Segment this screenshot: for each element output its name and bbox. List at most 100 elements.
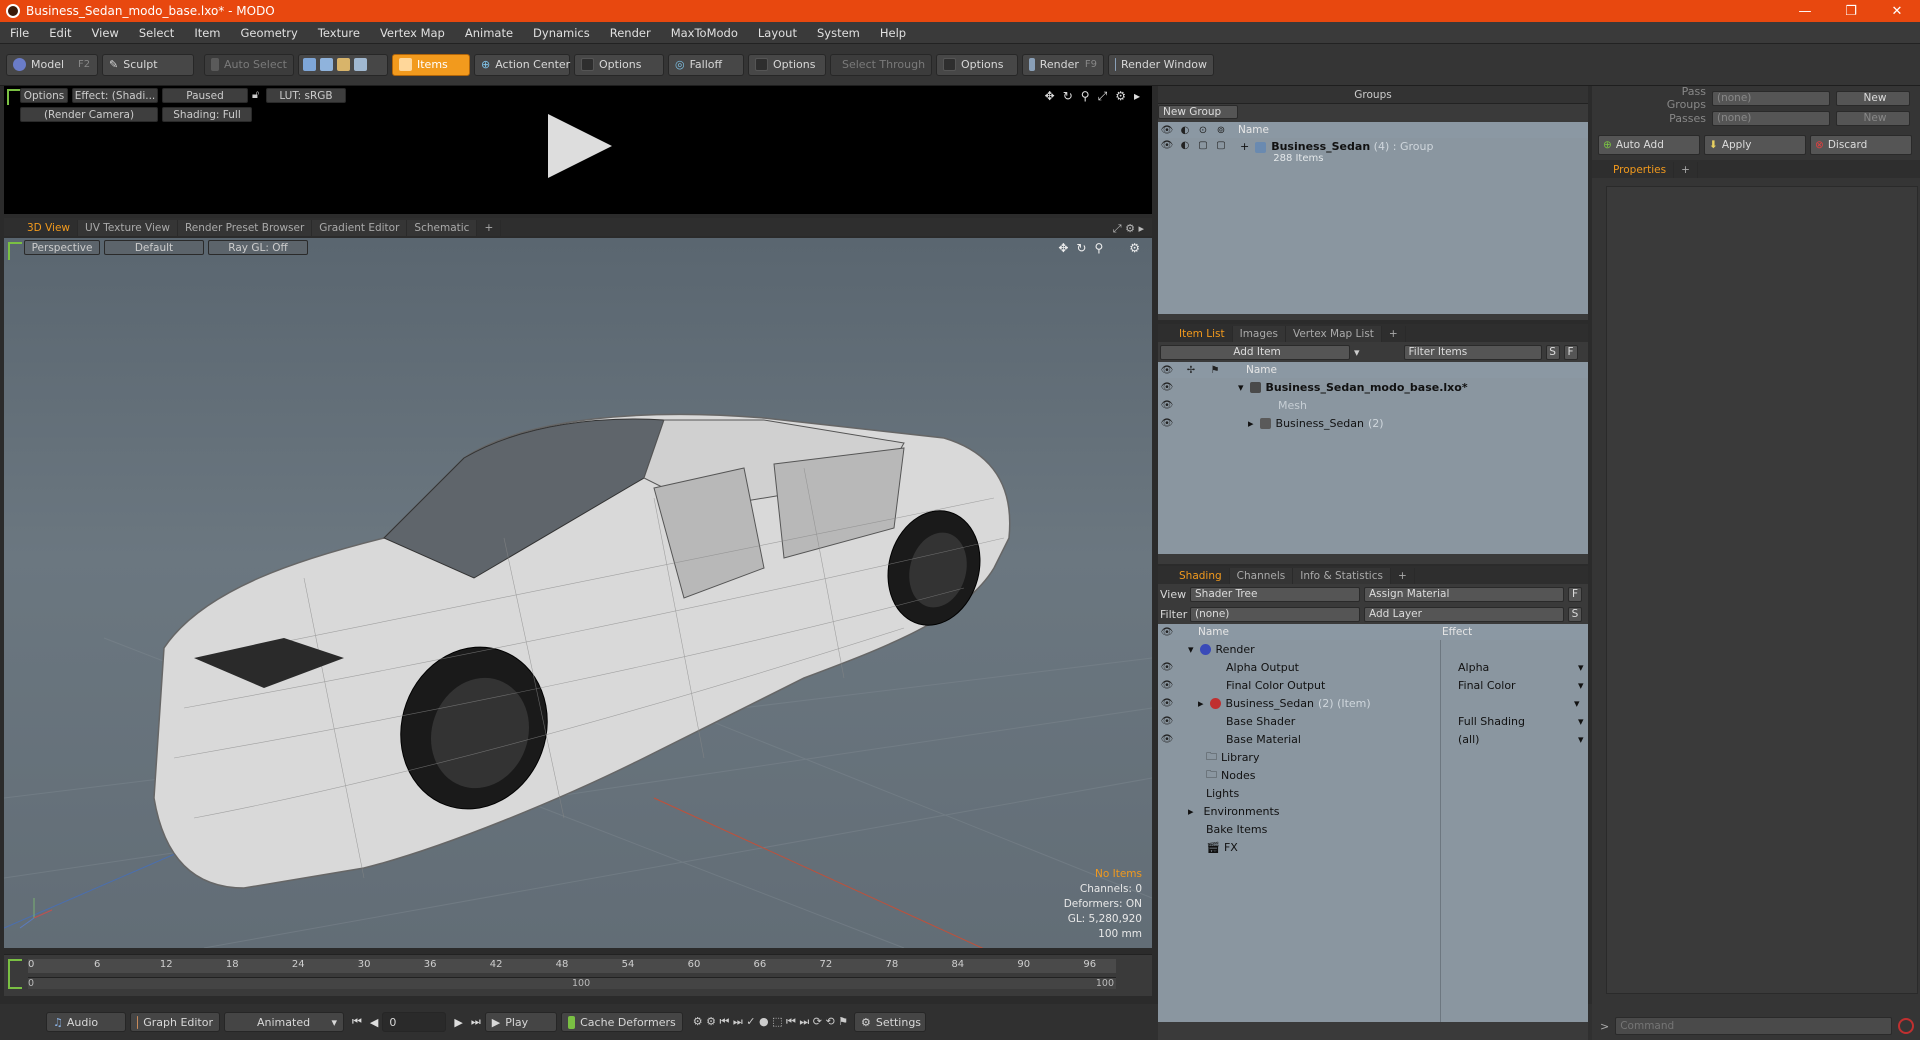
select-through-button[interactable]: Select Through <box>830 53 932 76</box>
3d-viewport[interactable]: Perspective Default Ray GL: Off ✥ ↻ ⚲ ⚙ <box>4 238 1152 948</box>
model-button[interactable]: Model F2 <box>6 53 98 76</box>
collapse-icon[interactable]: ▾ <box>1188 643 1194 656</box>
pass-groups-dropdown[interactable]: (none) <box>1712 90 1830 106</box>
expand-icon[interactable]: ▸ <box>1188 805 1194 818</box>
audio-button[interactable]: ♫ Audio <box>46 1012 126 1032</box>
menu-view[interactable]: View <box>82 26 129 40</box>
auto-select-button[interactable]: Auto Select <box>204 53 294 76</box>
menu-dynamics[interactable]: Dynamics <box>523 26 600 40</box>
render-button[interactable]: Render F9 <box>1022 53 1104 76</box>
restore-icon[interactable]: ❐ <box>1828 4 1874 19</box>
timeline-range[interactable]: 0 100 100 <box>28 977 1116 989</box>
tab-schematic[interactable]: Schematic <box>407 220 478 236</box>
shader-row[interactable]: 👁︎ Alpha Output Alpha ▾ <box>1158 658 1588 676</box>
menu-maxtomodo[interactable]: MaxToModo <box>661 26 748 40</box>
render-window-button[interactable]: Render Window <box>1108 53 1214 76</box>
timeline-ruler[interactable]: 0 6 12 18 24 30 36 42 48 54 60 66 72 78 84 90 96 <box>28 959 1116 973</box>
render-options-button[interactable]: Options <box>20 88 68 103</box>
menu-geometry[interactable]: Geometry <box>231 26 308 40</box>
shader-row[interactable]: 👁︎ ▸ Business_Sedan (2) (Item) ▾ <box>1158 694 1588 712</box>
eye-icon[interactable]: 👁︎ <box>1158 400 1176 411</box>
auto-add-button[interactable]: ⊕ Auto Add <box>1598 135 1700 155</box>
cache-deformers-button[interactable]: Cache Deformers <box>560 1012 683 1032</box>
add-tab-button[interactable]: + <box>1674 162 1698 178</box>
menu-system[interactable]: System <box>807 26 870 40</box>
shader-row-render[interactable]: ▾ Render <box>1158 640 1588 658</box>
add-tab-button[interactable]: + <box>1391 568 1415 584</box>
chevron-down-icon[interactable]: ▾ <box>1574 697 1580 710</box>
go-to-start-icon[interactable]: ⏮ <box>352 1015 362 1029</box>
checkbox-icon[interactable]: ▢ <box>1194 140 1212 151</box>
move-icon[interactable]: ✥ <box>1045 89 1055 104</box>
lock-icon[interactable]: 🔓︎ <box>252 88 259 102</box>
step-back-icon[interactable]: ◀ <box>370 1016 378 1029</box>
filter-items-input[interactable]: Filter Items <box>1403 344 1542 360</box>
eye-icon[interactable]: 👁︎ <box>1158 680 1176 691</box>
tab-info-statistics[interactable]: Info & Statistics <box>1293 568 1391 584</box>
shader-row[interactable]: 🗀︎ Nodes <box>1158 766 1588 784</box>
checkbox-icon[interactable]: ▢ <box>1212 140 1230 151</box>
shader-effect[interactable]: Alpha <box>1458 661 1578 674</box>
render-toggle-icon[interactable]: ◐ <box>1176 140 1194 151</box>
shader-row[interactable]: 👁︎ Base Material (all) ▾ <box>1158 730 1588 748</box>
chevron-down-icon[interactable]: ▾ <box>1354 346 1360 359</box>
s-button[interactable]: S <box>1568 606 1582 622</box>
expand-icon[interactable]: + <box>1240 140 1249 153</box>
menu-help[interactable]: Help <box>870 26 916 40</box>
tab-uv-texture-view[interactable]: UV Texture View <box>78 220 178 236</box>
shader-row[interactable]: 👁︎ Final Color Output Final Color ▾ <box>1158 676 1588 694</box>
arrow-right-icon[interactable]: ▸ <box>1138 222 1144 235</box>
new-pass-button[interactable]: New <box>1836 110 1910 126</box>
frame-input[interactable]: 0 <box>382 1012 447 1032</box>
collapse-icon[interactable]: ▾ <box>1238 381 1244 394</box>
tab-3d-view[interactable]: 3D View <box>20 220 79 236</box>
eye-icon[interactable]: 👁︎ <box>1158 140 1176 151</box>
falloff-options-button[interactable]: Options <box>748 53 826 76</box>
tab-vertex-map-list[interactable]: Vertex Map List <box>1285 326 1382 342</box>
eye-icon[interactable]: 👁︎ <box>1158 365 1176 376</box>
list-item[interactable]: 👁︎ ▾ Business_Sedan_modo_base.lxo* <box>1158 378 1588 396</box>
new-group-button[interactable]: New Group <box>1158 105 1238 119</box>
menu-file[interactable]: File <box>0 26 39 40</box>
step-forward-icon[interactable]: ▶ <box>454 1016 462 1029</box>
expand-icon[interactable]: ▸ <box>1198 697 1204 710</box>
lock-icon[interactable]: ✢ <box>1182 365 1200 376</box>
add-item-dropdown[interactable]: Add Item <box>1160 344 1350 360</box>
f-button[interactable]: F <box>1563 344 1578 360</box>
render-preview[interactable]: Options Effect: (Shadi... Paused 🔓︎ LUT:… <box>4 86 1152 214</box>
menu-item[interactable]: Item <box>184 26 230 40</box>
graph-editor-button[interactable]: Graph Editor <box>130 1012 220 1032</box>
pin-icon[interactable]: ⚑ <box>1206 365 1224 376</box>
shader-effect[interactable]: Full Shading <box>1458 715 1578 728</box>
select-toggle-icon[interactable]: ⊚ <box>1212 125 1230 136</box>
add-tab-button[interactable]: + <box>1382 326 1406 342</box>
shader-row[interactable]: 👁︎ Base Shader Full Shading ▾ <box>1158 712 1588 730</box>
menu-edit[interactable]: Edit <box>39 26 81 40</box>
shader-effect[interactable]: (all) <box>1458 733 1578 746</box>
maximize-icon[interactable]: ⤢ <box>1098 89 1108 104</box>
discard-button[interactable]: ⊗ Discard <box>1810 135 1912 155</box>
tab-shading[interactable]: Shading <box>1172 568 1230 584</box>
command-input[interactable] <box>1615 1017 1892 1035</box>
menu-select[interactable]: Select <box>129 26 184 40</box>
eye-icon[interactable]: 👁︎ <box>1158 698 1176 709</box>
play-button[interactable]: ▶ Play <box>484 1012 557 1032</box>
add-layer-dropdown[interactable]: Add Layer <box>1364 606 1564 622</box>
materials-mode-icon[interactable] <box>354 58 367 71</box>
chevron-down-icon[interactable]: ▾ <box>1578 679 1584 692</box>
action-center-button[interactable]: ⊕ Action Center <box>474 53 570 76</box>
shader-effect[interactable]: Final Color <box>1458 679 1578 692</box>
render-effect-dropdown[interactable]: Effect: (Shadi... <box>72 88 158 103</box>
maximize-icon[interactable]: ⤢ <box>1113 222 1122 235</box>
eye-icon[interactable]: 👁︎ <box>1158 627 1176 638</box>
vertices-mode-icon[interactable] <box>303 58 316 71</box>
eye-icon[interactable]: 👁︎ <box>1158 734 1176 745</box>
minimize-icon[interactable]: — <box>1782 4 1828 19</box>
shader-row[interactable]: Lights <box>1158 784 1588 802</box>
add-tab-button[interactable]: + <box>477 220 502 236</box>
falloff-button[interactable]: ◎ Falloff <box>668 53 744 76</box>
play-render-icon[interactable] <box>548 114 612 178</box>
gear-icon[interactable]: ⚙ <box>1115 89 1126 104</box>
chevron-down-icon[interactable]: ▾ <box>1578 661 1584 674</box>
apply-button[interactable]: ⬇ Apply <box>1704 135 1806 155</box>
